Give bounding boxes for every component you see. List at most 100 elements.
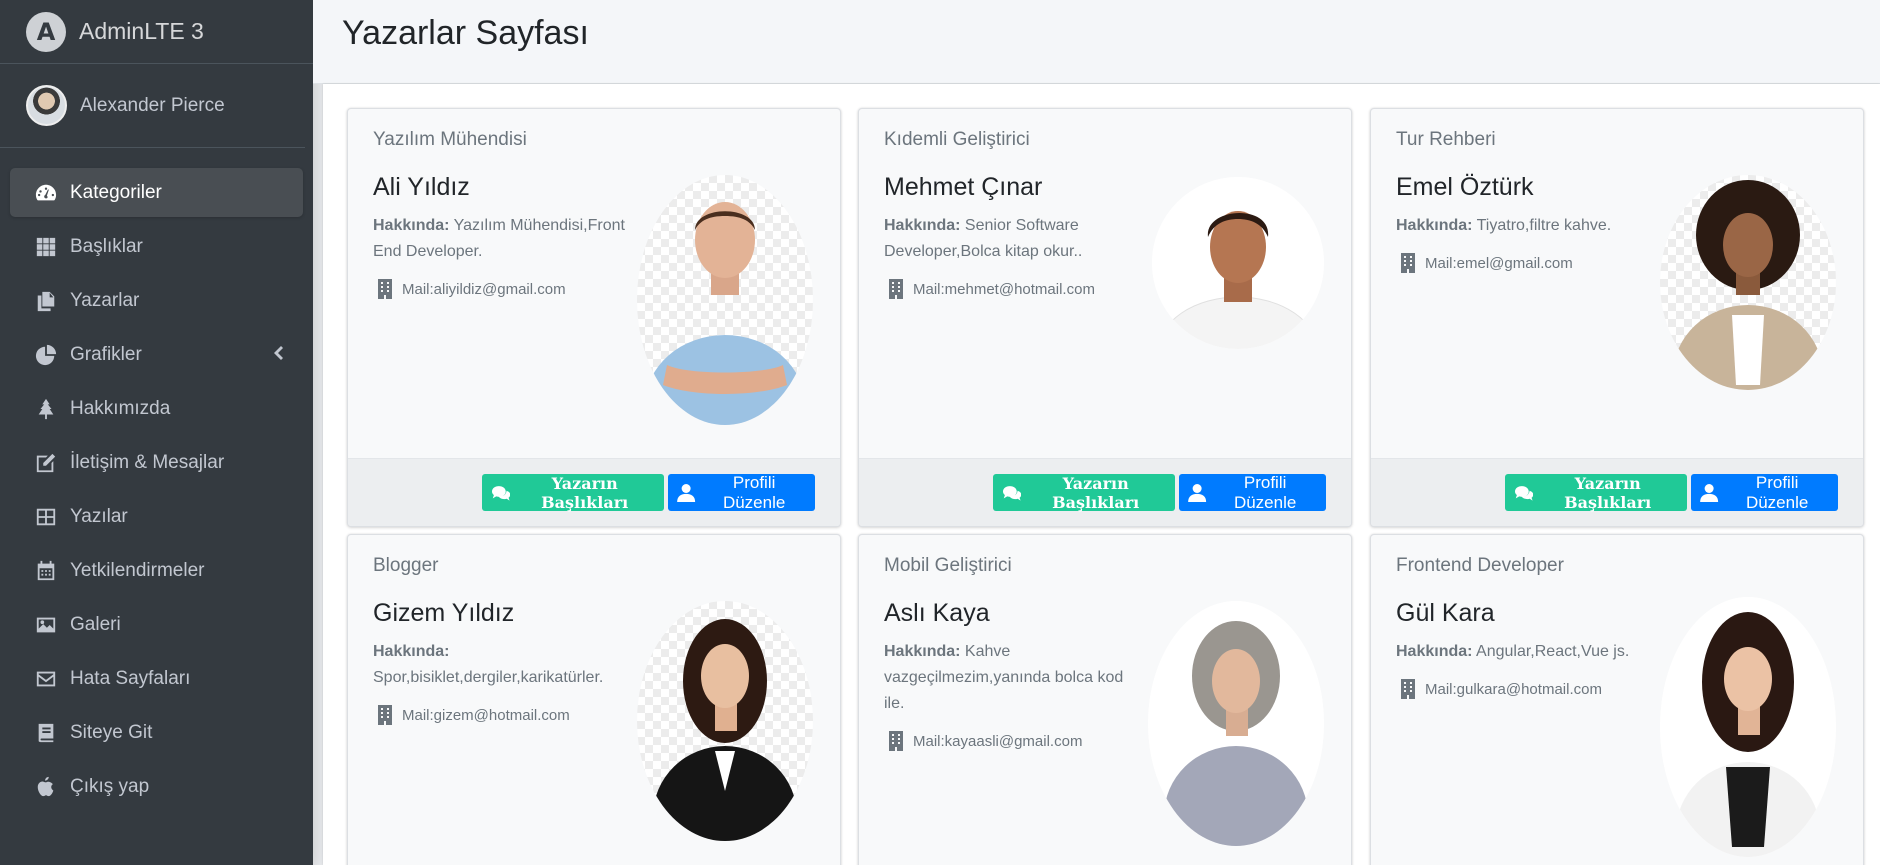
sidebar-item-label: Yetkilendirmeler — [70, 559, 205, 581]
mail-text: Mail:mehmet@hotmail.com — [913, 280, 1095, 298]
author-photo — [1152, 177, 1324, 349]
author-role: Frontend Developer — [1396, 555, 1564, 576]
image-icon — [34, 613, 58, 637]
edit-profile-button[interactable]: Profili Düzenle — [1691, 472, 1838, 512]
edit-profile-button[interactable]: Profili Düzenle — [668, 472, 815, 512]
brand-link[interactable]: A AdminLTE 3 — [0, 0, 313, 64]
author-posts-button[interactable]: Yazarın Başlıkları — [993, 473, 1175, 512]
sidebar-item-hakkimizda[interactable]: Hakkımızda — [10, 384, 303, 433]
building-icon — [1401, 253, 1415, 273]
sidebar-item-label: Yazılar — [70, 505, 128, 527]
author-about: Hakkında: Angular,React,Vue js. — [1396, 639, 1651, 665]
card-body: Gizem Yıldız Hakkında: Spor,bisiklet,der… — [348, 599, 840, 865]
user-icon — [1700, 483, 1719, 502]
author-role: Blogger — [373, 555, 439, 576]
sidebar-item-label: Grafikler — [70, 343, 142, 365]
mail-text: Mail:gizem@hotmail.com — [402, 706, 570, 724]
card-footer: Yazarın Başlıkları Profili Düzenle — [348, 458, 840, 526]
sidebar-item-label: İletişim & Mesajlar — [70, 451, 225, 473]
author-posts-button[interactable]: Yazarın Başlıkları — [1505, 474, 1687, 512]
author-about: Hakkında: Spor,bisiklet,dergiler,karikat… — [373, 639, 628, 691]
about-text: Tiyatro,filtre kahve. — [1476, 217, 1612, 234]
author-role: Yazılım Mühendisi — [373, 129, 527, 150]
sidebar-item-label: Başlıklar — [70, 235, 143, 257]
author-role: Mobil Geliştirici — [884, 555, 1012, 576]
card-body: Emel Öztürk Hakkında: Tiyatro,filtre kah… — [1371, 173, 1863, 458]
mail-text: Mail:emel@gmail.com — [1425, 254, 1573, 272]
sidebar-item-label: Çıkış yap — [70, 775, 150, 797]
author-card: Mobil Geliştirici Aslı Kaya Hakkında: Ka… — [858, 534, 1352, 865]
sidebar-item-hata-sayfalari[interactable]: Hata Sayfaları — [10, 654, 303, 703]
author-card: Kıdemli Geliştirici Mehmet Çınar Hakkınd… — [858, 108, 1352, 527]
brand-title: AdminLTE 3 — [79, 18, 204, 44]
copy-icon — [34, 289, 58, 313]
about-label: Hakkında: — [1396, 217, 1473, 234]
sidebar-item-galeri[interactable]: Galeri — [10, 600, 303, 649]
about-label: Hakkında: — [373, 217, 450, 234]
about-label: Hakkında: — [884, 643, 961, 660]
building-icon — [378, 279, 392, 299]
edit-profile-button[interactable]: Profili Düzenle — [1179, 472, 1326, 512]
sidebar-item-label: Yazarlar — [70, 289, 140, 311]
button-label: Yazarın Başlıkları — [541, 473, 629, 512]
sidebar-item-label: Siteye Git — [70, 721, 153, 743]
author-about: Hakkında: Yazılım Mühendisi,Front End De… — [373, 213, 628, 265]
user-icon — [1188, 483, 1207, 502]
author-photo — [637, 601, 813, 841]
user-icon — [677, 483, 696, 502]
comments-icon — [492, 485, 511, 501]
author-posts-button[interactable]: Yazarın Başlıkları — [482, 473, 664, 512]
building-icon — [889, 279, 903, 299]
sidebar-item-siteye-git[interactable]: Siteye Git — [10, 708, 303, 757]
author-photo — [1660, 597, 1836, 857]
sidebar-item-label: Kategoriler — [70, 181, 162, 203]
author-photo — [1660, 175, 1836, 390]
apple-icon — [34, 775, 58, 799]
author-cards-container: Yazılım Mühendisi Ali Yıldız Hakkında: Y… — [323, 84, 1880, 865]
mail-text: Mail:gulkara@hotmail.com — [1425, 680, 1602, 698]
author-photo — [1148, 601, 1324, 846]
grid-icon — [34, 235, 58, 259]
card-body: Mehmet Çınar Hakkında: Senior Software D… — [859, 173, 1351, 458]
author-role: Kıdemli Geliştirici — [884, 129, 1030, 150]
user-name[interactable]: Alexander Pierce — [80, 95, 225, 117]
button-label: Profili Düzenle — [722, 472, 786, 512]
dashboard-icon — [34, 181, 58, 205]
user-panel[interactable]: Alexander Pierce — [0, 64, 305, 148]
sidebar-item-label: Hakkımızda — [70, 397, 171, 419]
about-text: Spor,bisiklet,dergiler,karikatürler. — [373, 669, 604, 686]
sidebar-item-label: Hata Sayfaları — [70, 667, 191, 689]
sidebar-item-kategoriler[interactable]: Kategoriler — [10, 168, 303, 217]
chevron-left-icon[interactable] — [271, 344, 285, 368]
mail-text: Mail:aliyildiz@gmail.com — [402, 280, 566, 298]
author-photo — [637, 175, 813, 425]
author-about: Hakkında: Kahve vazgeçilmezim,yanında bo… — [884, 639, 1139, 717]
page-title: Yazarlar Sayfası — [342, 14, 589, 52]
sidebar-item-iletisim[interactable]: İletişim & Mesajlar — [10, 438, 303, 487]
table-icon — [34, 505, 58, 529]
sidebar-item-yazilar[interactable]: Yazılar — [10, 492, 303, 541]
brand-logo: A — [26, 11, 66, 52]
about-text: Angular,React,Vue js. — [1476, 643, 1630, 660]
button-label: Profili Düzenle — [1233, 472, 1297, 512]
author-card: Tur Rehberi Emel Öztürk Hakkında: Tiyatr… — [1370, 108, 1864, 527]
building-icon — [378, 705, 392, 725]
sidebar-item-yazarlar[interactable]: Yazarlar — [10, 276, 303, 325]
card-footer: Yazarın Başlıkları Profili Düzenle — [859, 458, 1351, 526]
calendar-icon — [34, 559, 58, 583]
author-about: Hakkında: Tiyatro,filtre kahve. — [1396, 213, 1651, 239]
button-label: Profili Düzenle — [1745, 472, 1809, 512]
about-label: Hakkında: — [373, 643, 450, 660]
sidebar-item-basliklar[interactable]: Başlıklar — [10, 222, 303, 271]
sidebar-item-cikis[interactable]: Çıkış yap — [10, 762, 303, 811]
comments-icon — [1003, 485, 1022, 501]
button-label: Yazarın Başlıkları — [1052, 473, 1140, 512]
author-card: Blogger Gizem Yıldız Hakkında: Spor,bisi… — [347, 534, 841, 865]
sidebar-item-grafikler[interactable]: Grafikler — [10, 330, 303, 379]
about-label: Hakkında: — [1396, 643, 1473, 660]
envelope-icon — [34, 667, 58, 691]
building-icon — [889, 731, 903, 751]
sidebar-item-yetkilendirmeler[interactable]: Yetkilendirmeler — [10, 546, 303, 595]
author-role: Tur Rehberi — [1396, 129, 1496, 150]
main-sidebar: A AdminLTE 3 Alexander Pierce Kategorile… — [0, 0, 313, 865]
